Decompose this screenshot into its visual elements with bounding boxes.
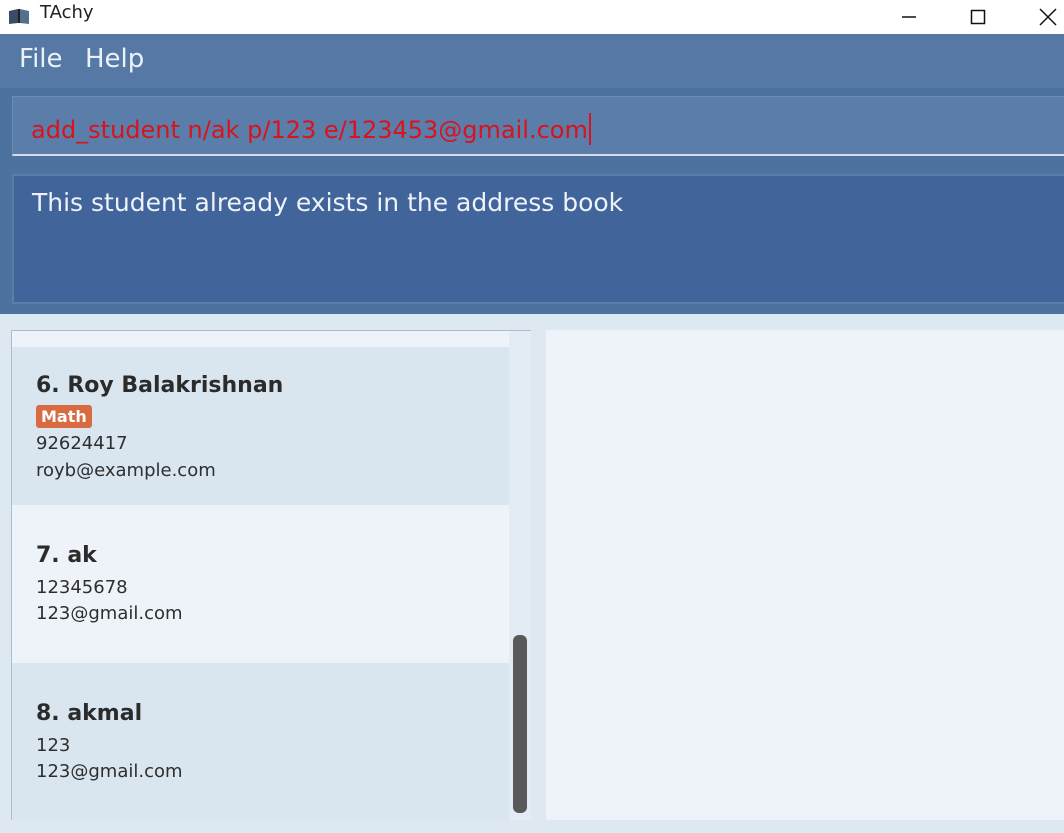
student-name: 6. Roy Balakrishnan <box>36 373 284 398</box>
student-list: 6. Roy Balakrishnan Math 92624417 royb@e… <box>11 330 531 820</box>
student-phone: 12345678 <box>36 577 128 598</box>
window-title: TAchy <box>40 2 94 23</box>
menu-bar: File Help <box>0 34 1064 88</box>
student-name: 8. akmal <box>36 701 143 726</box>
text-caret <box>588 113 591 145</box>
list-item[interactable] <box>12 331 509 347</box>
list-item[interactable]: 6. Roy Balakrishnan Math 92624417 royb@e… <box>12 347 509 505</box>
student-email: royb@example.com <box>36 460 216 481</box>
command-input[interactable]: add_student n/ak p/123 e/123453@gmail.co… <box>12 96 1064 156</box>
list-item[interactable]: 8. akmal 123 123@gmail.com <box>12 663 509 820</box>
result-display: This student already exists in the addre… <box>12 174 1064 304</box>
command-text: add_student n/ak p/123 e/123453@gmail.co… <box>31 113 591 145</box>
close-button[interactable] <box>1025 0 1064 34</box>
student-name: 7. ak <box>36 543 97 568</box>
subject-tag: Math <box>36 405 92 428</box>
scrollbar-thumb[interactable] <box>513 635 527 813</box>
scrollbar-track[interactable] <box>509 331 531 820</box>
student-phone: 92624417 <box>36 433 128 454</box>
detail-panel <box>546 330 1064 820</box>
title-bar: TAchy <box>0 0 1064 34</box>
student-email: 123@gmail.com <box>36 603 183 624</box>
menu-file[interactable]: File <box>19 44 63 74</box>
minimize-button[interactable] <box>886 0 932 34</box>
book-icon <box>8 6 30 26</box>
command-value: add_student n/ak p/123 e/123453@gmail.co… <box>31 116 588 144</box>
command-area: add_student n/ak p/123 e/123453@gmail.co… <box>0 88 1064 314</box>
maximize-button[interactable] <box>955 0 1001 34</box>
student-phone: 123 <box>36 735 71 756</box>
student-email: 123@gmail.com <box>36 761 183 782</box>
menu-help[interactable]: Help <box>85 44 144 74</box>
list-item[interactable]: 7. ak 12345678 123@gmail.com <box>12 505 509 663</box>
result-message: This student already exists in the addre… <box>32 188 624 217</box>
